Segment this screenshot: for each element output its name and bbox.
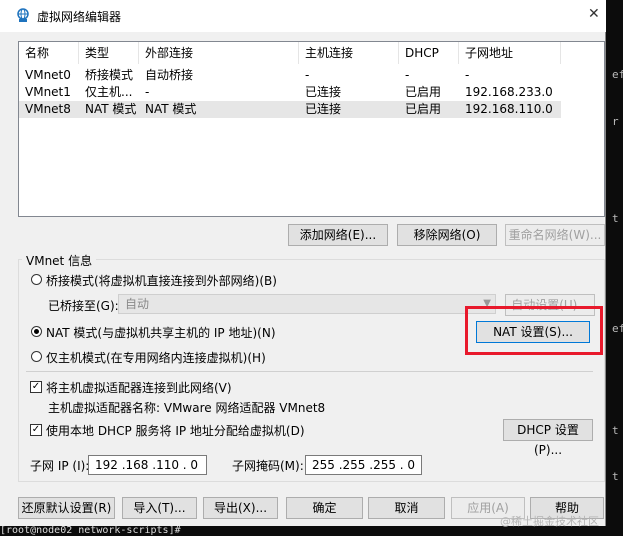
column-header-host[interactable]: 主机连接 [299, 42, 399, 64]
cell-subnet: - [465, 68, 470, 82]
vmnet-info-title: VMnet 信息 [22, 252, 97, 269]
host-only-label[interactable]: 仅主机模式(在专用网络内连接虚拟机)(H) [46, 349, 266, 366]
column-header-subnet[interactable]: 子网地址 [459, 42, 561, 64]
virtual-network-editor-dialog: 虚拟网络编辑器 ✕ 名称 类型 外部连接 主机连接 DHCP 子网地址 VMne… [0, 0, 606, 526]
table-row-selected[interactable]: VMnet8 NAT 模式 NAT 模式 已连接 已启用 192.168.110… [19, 101, 561, 118]
bridged-to-select[interactable]: 自动 ▼ [118, 294, 496, 314]
subnet-mask-label: 子网掩码(M): [232, 459, 304, 473]
cell-dhcp: - [405, 68, 410, 82]
remove-network-button[interactable]: 移除网络(O) [397, 224, 497, 246]
terminal-background-right: ef r t ef t t [606, 0, 623, 536]
divider [26, 371, 593, 372]
cell-host: - [305, 68, 310, 82]
cell-type: 仅主机... [85, 85, 133, 99]
title-bar: 虚拟网络编辑器 ✕ [0, 0, 606, 32]
bridge-mode-radio[interactable] [31, 274, 42, 285]
bridge-mode-label[interactable]: 桥接模式(将虚拟机直接连接到外部网络)(B) [46, 272, 277, 289]
bridged-to-label: 已桥接至(G): [48, 299, 119, 313]
rename-network-button[interactable]: 重命名网络(W)... [505, 224, 605, 246]
cell-external: NAT 模式 [145, 102, 197, 116]
network-globe-icon [17, 8, 29, 22]
use-dhcp-label[interactable]: 使用本地 DHCP 服务将 IP 地址分配给虚拟机(D) [46, 422, 305, 439]
connect-adapter-label[interactable]: 将主机虚拟适配器连接到此网络(V) [46, 379, 232, 396]
export-button[interactable]: 导出(X)... [203, 497, 278, 519]
column-header-name[interactable]: 名称 [19, 42, 79, 64]
terminal-text: ef [612, 322, 623, 335]
host-only-radio[interactable] [31, 351, 42, 362]
terminal-text: t [612, 212, 619, 225]
nat-mode-label[interactable]: NAT 模式(与虚拟机共享主机的 IP 地址)(N) [46, 324, 276, 341]
import-button[interactable]: 导入(T)... [122, 497, 197, 519]
table-row[interactable]: VMnet0 桥接模式 自动桥接 - - - [19, 67, 561, 84]
cell-host: 已连接 [305, 85, 342, 99]
highlight-box [465, 306, 603, 355]
ok-button[interactable]: 确定 [286, 497, 363, 519]
cell-external: - [145, 85, 150, 99]
cell-dhcp: 已启用 [405, 85, 442, 99]
cell-subnet: 192.168.110.0 [465, 102, 553, 116]
cell-name: VMnet1 [25, 85, 71, 99]
cell-dhcp: 已启用 [405, 102, 442, 116]
column-header-type[interactable]: 类型 [79, 42, 139, 64]
table-row[interactable]: VMnet1 仅主机... - 已连接 已启用 192.168.233.0 [19, 84, 561, 101]
column-header-dhcp[interactable]: DHCP [399, 42, 459, 64]
subnet-mask-field[interactable]: 255 .255 .255 . 0 [305, 455, 422, 475]
cancel-button[interactable]: 取消 [368, 497, 445, 519]
connect-adapter-checkbox[interactable]: ✓ [30, 381, 42, 393]
cell-type: 桥接模式 [85, 68, 134, 82]
cell-external: 自动桥接 [145, 68, 194, 82]
close-icon[interactable]: ✕ [588, 6, 600, 22]
watermark: @稀土掘金技术社区 [500, 515, 599, 528]
dhcp-settings-button[interactable]: DHCP 设置(P)... [503, 419, 593, 457]
cell-name: VMnet0 [25, 68, 71, 82]
cell-subnet: 192.168.233.0 [465, 85, 553, 99]
cell-host: 已连接 [305, 102, 342, 116]
terminal-text: r [612, 115, 619, 128]
terminal-text: t [612, 424, 619, 437]
cell-name: VMnet8 [25, 102, 71, 116]
subnet-ip-field[interactable]: 192 .168 .110 . 0 [88, 455, 207, 475]
window-title: 虚拟网络编辑器 [37, 10, 122, 24]
network-list[interactable]: 名称 类型 外部连接 主机连接 DHCP 子网地址 VMnet0 桥接模式 自动… [18, 41, 605, 217]
bridged-to-value: 自动 [125, 297, 150, 311]
nat-mode-radio[interactable] [31, 326, 42, 337]
terminal-text: t [612, 470, 619, 483]
terminal-text: ef [612, 68, 623, 81]
add-network-button[interactable]: 添加网络(E)... [288, 224, 388, 246]
column-header-external[interactable]: 外部连接 [139, 42, 299, 64]
cell-type: NAT 模式 [85, 102, 137, 116]
subnet-ip-label: 子网 IP (I): [30, 459, 90, 473]
restore-defaults-button[interactable]: 还原默认设置(R) [18, 497, 115, 519]
adapter-name-text: 主机虚拟适配器名称: VMware 网络适配器 VMnet8 [48, 401, 326, 415]
use-dhcp-checkbox[interactable]: ✓ [30, 424, 42, 436]
